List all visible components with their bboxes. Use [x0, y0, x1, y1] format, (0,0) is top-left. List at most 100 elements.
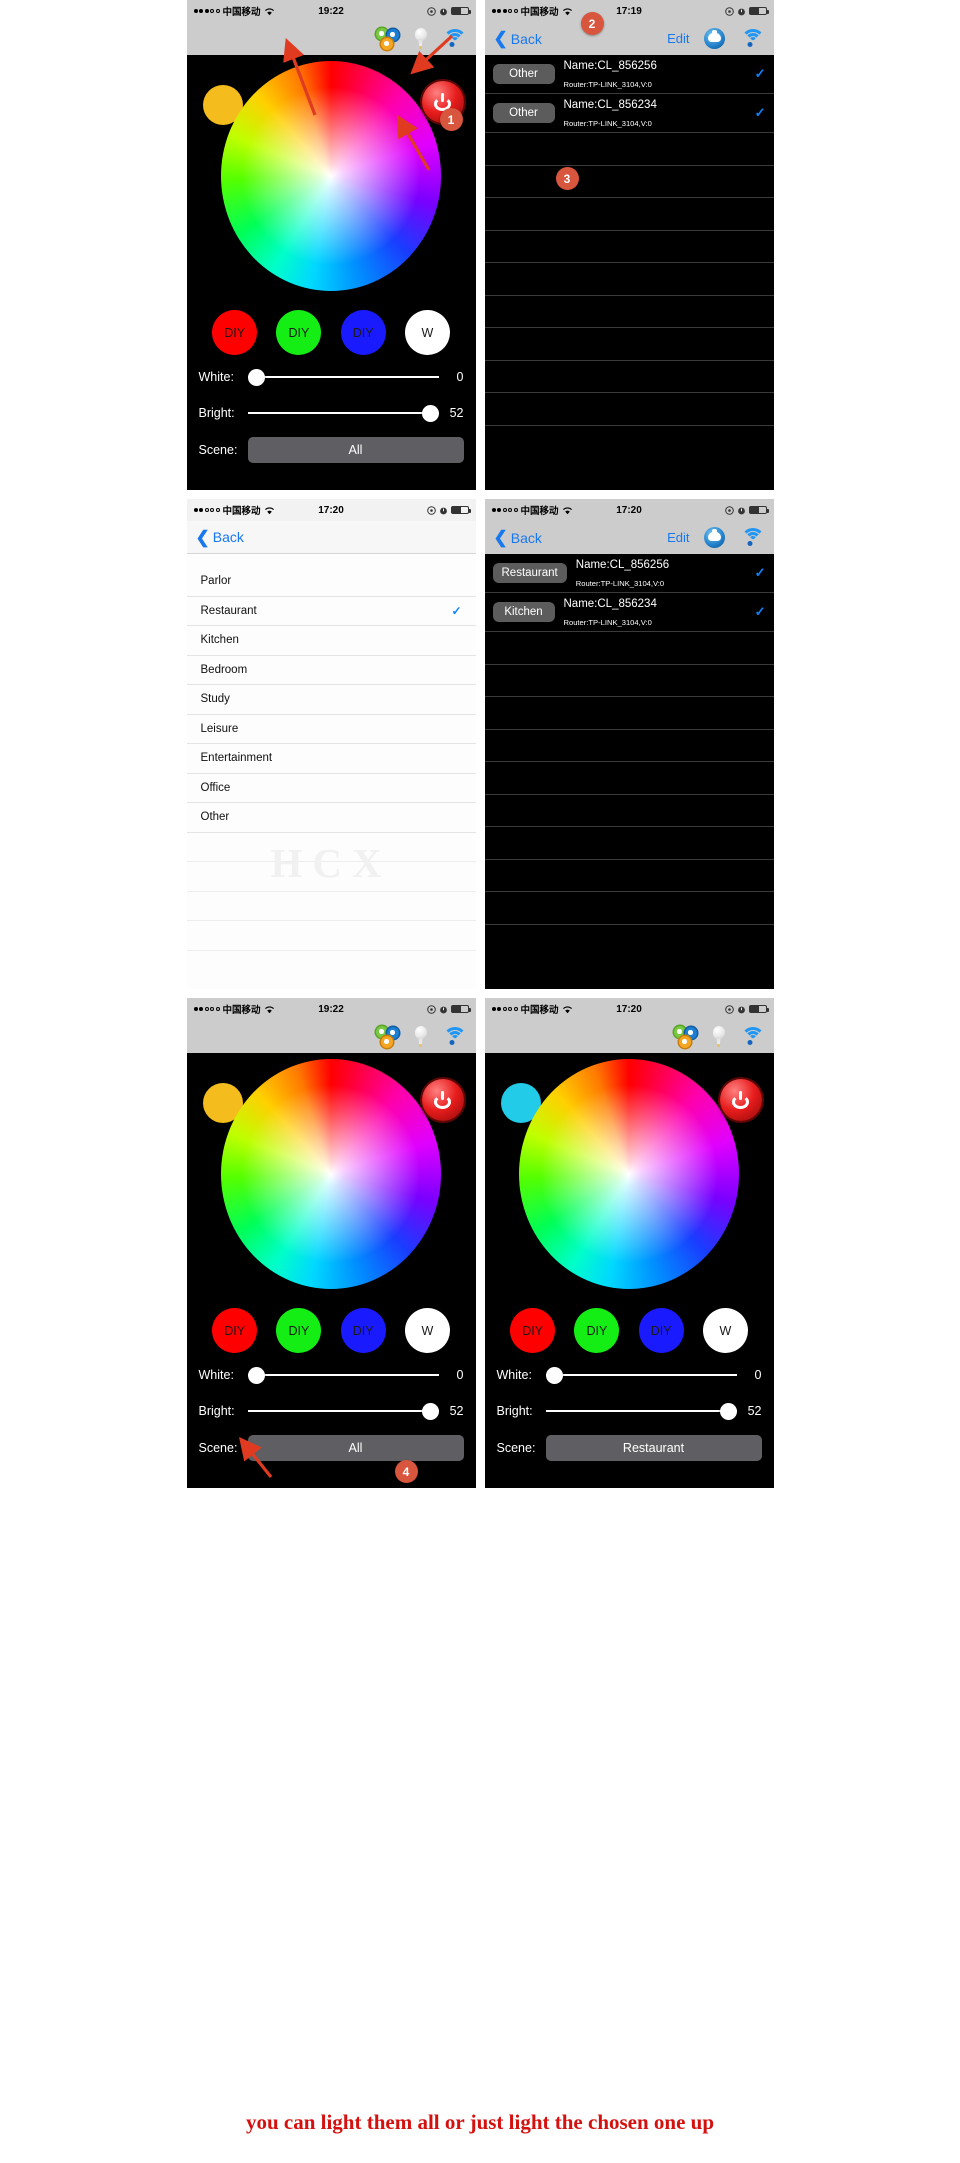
status-bar: 中国移动 17:19	[484, 0, 774, 22]
device-row[interactable]: Kitchen Name:CL_856234 Router:TP-LINK_31…	[484, 593, 774, 632]
back-label: Back	[212, 529, 244, 545]
diy-button-green[interactable]: DIY	[574, 1308, 620, 1353]
scene-label: Parlor	[200, 575, 232, 588]
diy-button-blue[interactable]: DIY	[340, 310, 386, 355]
device-row[interactable]: Other Name:CL_856234 Router:TP-LINK_3104…	[484, 94, 774, 133]
diy-button-green[interactable]: DIY	[276, 310, 322, 355]
device-name: Name:CL_856256	[575, 559, 670, 571]
bright-slider-track[interactable]	[247, 404, 439, 422]
wifi-icon[interactable]	[740, 1027, 765, 1046]
list-item[interactable]: Restaurant ✓	[186, 597, 476, 626]
gears-icon[interactable]	[673, 1025, 697, 1048]
scene-label: Study	[200, 693, 230, 706]
wifi-icon[interactable]	[740, 29, 765, 48]
panel-row-1: 中国移动 19:22 DIY DIY DIY W White: 0 Bright…	[0, 0, 960, 490]
diy-button-row: DIY DIY DIY W	[187, 1298, 476, 1357]
status-right	[724, 6, 769, 16]
device-router: Router:TP-LINK_3104,V:0	[563, 119, 652, 128]
list-item[interactable]: Other	[186, 803, 476, 833]
device-checkmark: ✓	[754, 565, 766, 580]
scene-select-button[interactable]: All	[247, 1435, 464, 1461]
device-group-tag[interactable]: Kitchen	[492, 602, 555, 622]
diy-label: DIY	[224, 1323, 246, 1338]
battery-icon	[450, 7, 471, 15]
scene-label: Restaurant	[200, 604, 257, 617]
device-row-empty	[484, 296, 774, 328]
location-icon	[724, 6, 734, 16]
bright-slider-label: Bright:	[198, 1404, 235, 1418]
device-row-empty	[484, 762, 774, 795]
device-row[interactable]: Other Name:CL_856256 Router:TP-LINK_3104…	[484, 55, 774, 94]
white-slider-track[interactable]	[247, 368, 439, 386]
scene-list: Parlor Restaurant ✓ Kitchen Bedroom Study…	[186, 554, 476, 989]
bulb-icon[interactable]	[413, 1025, 429, 1049]
diy-button-green[interactable]: DIY	[276, 1308, 322, 1353]
list-item[interactable]: Kitchen	[186, 626, 476, 656]
status-right	[724, 505, 769, 515]
list-top-pad	[186, 554, 476, 567]
back-button[interactable]: ❮ Back	[494, 529, 542, 546]
battery-icon	[450, 506, 471, 514]
diy-button-white[interactable]: W	[404, 310, 450, 355]
wifi-icon[interactable]	[442, 29, 467, 48]
controller-screen: DIY DIY DIY W White: 0 Bright: 52 Scene:…	[186, 55, 476, 490]
device-group-tag[interactable]: Other	[492, 64, 555, 84]
diy-button-red[interactable]: DIY	[212, 310, 258, 355]
white-slider-track[interactable]	[247, 1366, 439, 1384]
diy-button-white[interactable]: W	[404, 1308, 450, 1353]
location-icon	[724, 505, 734, 515]
diy-label: DIY	[224, 325, 246, 340]
device-row-empty	[484, 263, 774, 296]
diy-button-red[interactable]: DIY	[510, 1308, 556, 1353]
scene-select-button[interactable]: All	[247, 437, 464, 463]
caption-text: you can light them all or just light the…	[245, 2109, 715, 2134]
diy-button-blue[interactable]: DIY	[340, 1308, 386, 1353]
location-icon	[426, 1004, 436, 1014]
color-wheel[interactable]	[519, 1059, 739, 1289]
footer-caption: you can light them all or just light the…	[0, 2081, 960, 2163]
bright-slider-track[interactable]	[545, 1402, 737, 1420]
device-router: Router:TP-LINK_3104,V:0	[563, 618, 652, 627]
list-item[interactable]: Leisure	[186, 715, 476, 744]
diy-label: W	[421, 1323, 434, 1338]
diy-label: DIY	[288, 1323, 310, 1338]
power-button[interactable]	[719, 1079, 762, 1121]
gears-icon[interactable]	[375, 1025, 399, 1048]
bright-slider-track[interactable]	[247, 1402, 439, 1420]
robot-icon[interactable]	[703, 28, 725, 49]
diy-button-blue[interactable]: DIY	[638, 1308, 684, 1353]
power-button[interactable]	[421, 1079, 464, 1121]
robot-icon[interactable]	[703, 527, 725, 548]
list-item[interactable]: Office	[186, 774, 476, 803]
back-button[interactable]: ❮ Back	[196, 529, 244, 546]
list-item[interactable]: Study	[186, 685, 476, 715]
bulb-icon[interactable]	[711, 1025, 727, 1049]
alarm-icon	[737, 507, 745, 514]
device-group-tag[interactable]: Restaurant	[492, 563, 567, 583]
diy-label: DIY	[650, 1323, 672, 1338]
list-item[interactable]: Entertainment	[186, 744, 476, 774]
device-row-empty	[484, 795, 774, 827]
scene-select-button[interactable]: Restaurant	[545, 1435, 762, 1461]
scene-label: Entertainment	[200, 752, 273, 765]
diy-button-white[interactable]: W	[702, 1308, 748, 1353]
diy-button-red[interactable]: DIY	[212, 1308, 258, 1353]
device-group-tag[interactable]: Other	[492, 103, 555, 123]
wifi-icon[interactable]	[442, 1027, 467, 1046]
annotation-marker-3: 3	[555, 167, 579, 190]
list-item[interactable]: Parlor	[186, 567, 476, 597]
back-button[interactable]: ❮ Back	[494, 30, 542, 47]
wifi-icon[interactable]	[740, 528, 765, 547]
white-slider-track[interactable]	[545, 1366, 737, 1384]
color-wheel[interactable]	[221, 1059, 441, 1289]
gears-icon[interactable]	[375, 27, 399, 50]
bulb-icon[interactable]	[413, 27, 429, 51]
scene-label: Leisure	[200, 722, 239, 735]
white-slider-label: White:	[198, 370, 234, 384]
edit-button[interactable]: Edit	[667, 31, 689, 46]
device-row[interactable]: Restaurant Name:CL_856256 Router:TP-LINK…	[484, 554, 774, 593]
color-wheel[interactable]	[221, 61, 441, 291]
list-item[interactable]: Bedroom	[186, 656, 476, 685]
diy-button-row: DIY DIY DIY W	[187, 300, 476, 359]
edit-button[interactable]: Edit	[667, 530, 689, 545]
